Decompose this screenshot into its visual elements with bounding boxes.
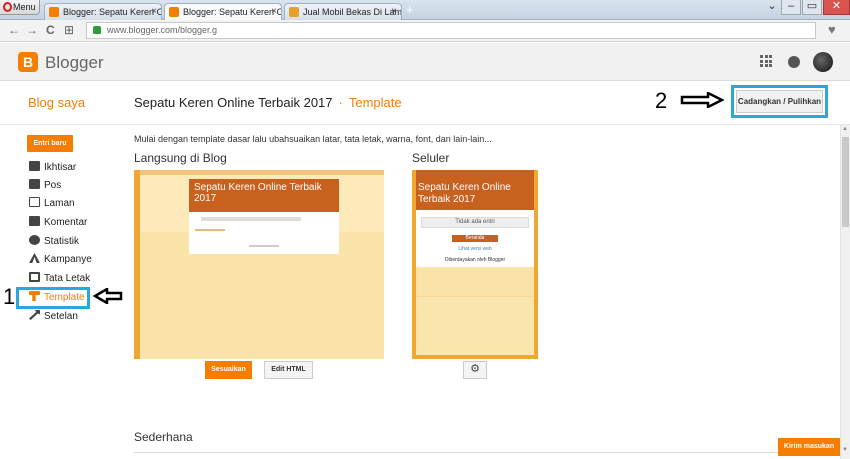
browser-tab-3[interactable]: Jual Mobil Bekas Di Lampu × bbox=[284, 3, 402, 20]
simple-heading: Sederhana bbox=[134, 430, 193, 444]
tab-label: Jual Mobil Bekas Di Lampu bbox=[303, 7, 402, 17]
browser-tab-1[interactable]: Blogger: Sepatu Keren On × bbox=[44, 3, 162, 20]
minimize-button[interactable]: ‒ bbox=[781, 0, 801, 15]
header-divider bbox=[0, 124, 850, 125]
sidebar-item-layout[interactable]: Tata Letak bbox=[29, 272, 90, 286]
apps-grid-icon[interactable] bbox=[760, 55, 772, 67]
desktop-template-preview[interactable]: Sepatu Keren Online Terbaik 2017 bbox=[134, 170, 384, 359]
notifications-icon[interactable] bbox=[788, 56, 800, 68]
blog-title: Sepatu Keren Online Terbaik 2017 bbox=[134, 95, 333, 110]
mobile-web-link: Lihat versi web bbox=[458, 246, 492, 252]
tab-label: Blogger: Sepatu Keren On bbox=[183, 7, 282, 17]
page-icon bbox=[29, 197, 40, 207]
intro-text: Mulai dengan template dasar lalu ubahsua… bbox=[134, 134, 492, 144]
mobile-no-posts-text: Tidak ada entri bbox=[421, 217, 529, 228]
wrench-icon bbox=[29, 310, 40, 320]
page-scrollbar[interactable]: ▲ ▼ bbox=[840, 125, 850, 459]
new-post-button[interactable]: Entri baru bbox=[27, 135, 73, 152]
sidebar-item-posts[interactable]: Pos bbox=[29, 179, 61, 193]
url-text: www.blogger.com/blogger.g bbox=[107, 25, 218, 35]
address-bar-row: ← → C ⊞ www.blogger.com/blogger.g ♥ bbox=[0, 20, 850, 42]
tab-label: Blogger: Sepatu Keren On bbox=[63, 7, 162, 17]
blogger-header: B Blogger bbox=[0, 43, 850, 81]
back-icon[interactable]: ← bbox=[8, 23, 20, 37]
annotation-highlight-box bbox=[16, 287, 90, 309]
opera-logo-icon bbox=[3, 2, 12, 12]
tab-close-icon[interactable]: × bbox=[151, 4, 157, 20]
speed-dial-icon[interactable]: ⊞ bbox=[64, 23, 74, 37]
preview-blog-body bbox=[189, 212, 339, 254]
secure-lock-icon bbox=[93, 26, 101, 34]
bookmark-heart-icon[interactable]: ♥ bbox=[828, 22, 836, 37]
mobile-heading: Seluler bbox=[412, 151, 450, 165]
mobile-preview-body: Tidak ada entri Beranda Lihat versi web … bbox=[416, 210, 534, 267]
blogger-favicon-icon bbox=[169, 7, 179, 17]
sidebar-item-pages[interactable]: Laman bbox=[29, 197, 75, 211]
preview-navbar bbox=[140, 170, 384, 175]
posts-icon bbox=[29, 179, 40, 189]
blogger-favicon-icon bbox=[49, 7, 59, 17]
close-window-button[interactable]: ✕ bbox=[823, 0, 850, 15]
mobile-settings-gear-icon[interactable]: ⚙ bbox=[463, 361, 487, 379]
home-icon bbox=[29, 161, 40, 171]
mobile-powered-by: Diberdayakan oleh Blogger bbox=[444, 257, 506, 263]
preview-blog-header: Sepatu Keren Online Terbaik 2017 bbox=[189, 179, 339, 212]
reload-icon[interactable]: C bbox=[46, 23, 55, 37]
customize-button[interactable]: Sesuaikan bbox=[205, 361, 252, 379]
scrollbar-thumb[interactable] bbox=[842, 137, 849, 227]
sidebar-item-overview[interactable]: Ikhtisar bbox=[29, 161, 76, 175]
scroll-up-icon[interactable]: ▲ bbox=[842, 126, 848, 132]
sidebar-item-stats[interactable]: Statistik bbox=[29, 235, 79, 249]
campaign-icon bbox=[29, 253, 40, 263]
mobile-home-button: Beranda bbox=[452, 235, 498, 242]
sidebar-item-settings[interactable]: Setelan bbox=[29, 310, 78, 324]
olx-favicon-icon bbox=[289, 7, 299, 17]
blogger-logo-icon[interactable]: B bbox=[18, 52, 38, 72]
mobile-preview-header: Sepatu Keren Online Terbaik 2017 bbox=[416, 170, 534, 210]
annotation-number-1: 1 bbox=[3, 284, 16, 309]
mobile-template-preview[interactable]: Sepatu Keren Online Terbaik 2017 Tidak a… bbox=[412, 170, 538, 359]
section-title: Template bbox=[348, 95, 402, 110]
layout-icon bbox=[29, 272, 40, 282]
scroll-down-icon[interactable]: ▼ bbox=[842, 447, 848, 453]
avatar[interactable] bbox=[813, 52, 833, 72]
url-input[interactable]: www.blogger.com/blogger.g bbox=[86, 22, 816, 39]
section-divider bbox=[134, 452, 834, 453]
title-separator: · bbox=[338, 95, 343, 110]
annotation-arrow-right-icon bbox=[680, 92, 724, 108]
comment-icon bbox=[29, 216, 40, 226]
my-blogs-link[interactable]: Blog saya bbox=[28, 95, 85, 110]
app-name[interactable]: Blogger bbox=[45, 53, 104, 73]
forward-icon[interactable]: → bbox=[26, 23, 38, 37]
tab-close-icon[interactable]: × bbox=[271, 4, 277, 20]
live-on-blog-heading: Langsung di Blog bbox=[134, 151, 227, 165]
sidebar-item-comments[interactable]: Komentar bbox=[29, 216, 87, 230]
browser-tab-2[interactable]: Blogger: Sepatu Keren On × bbox=[164, 3, 282, 20]
mobile-preview-footer bbox=[416, 296, 534, 355]
maximize-button[interactable]: ▭ bbox=[802, 0, 822, 15]
tabs-menu-icon[interactable]: ⌄ bbox=[765, 0, 779, 15]
annotation-arrow-left-icon bbox=[93, 288, 123, 304]
backup-restore-button[interactable]: Cadangkan / Pulihkan bbox=[736, 90, 823, 113]
tab-close-icon[interactable]: × bbox=[391, 4, 397, 20]
menu-label: Menu bbox=[13, 2, 36, 12]
send-feedback-button[interactable]: Kirim masukan bbox=[778, 438, 840, 456]
edit-html-button[interactable]: Edit HTML bbox=[264, 361, 313, 379]
page-title: Sepatu Keren Online Terbaik 2017 · Templat… bbox=[134, 95, 402, 110]
pie-chart-icon bbox=[29, 235, 40, 245]
opera-menu-button[interactable]: Menu bbox=[0, 0, 40, 15]
new-tab-button[interactable]: + bbox=[406, 3, 414, 17]
annotation-number-2: 2 bbox=[655, 88, 668, 113]
browser-tab-strip: Menu Blogger: Sepatu Keren On × Blogger:… bbox=[0, 0, 850, 20]
sidebar-item-campaigns[interactable]: Kampanye bbox=[29, 253, 92, 267]
